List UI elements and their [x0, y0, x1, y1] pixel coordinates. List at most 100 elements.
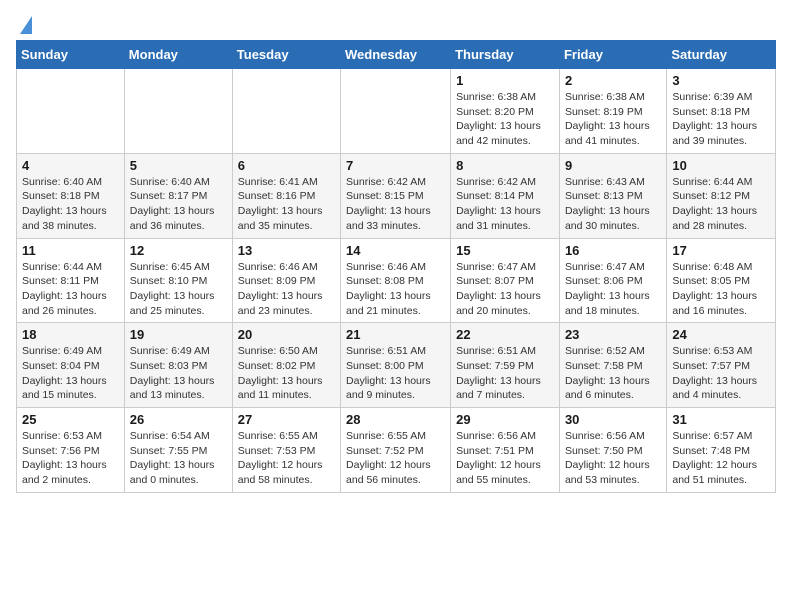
- calendar-cell: 19 Sunrise: 6:49 AM Sunset: 8:03 PM Dayli…: [124, 323, 232, 408]
- day-number: 5: [130, 158, 227, 173]
- calendar-cell: 22 Sunrise: 6:51 AM Sunset: 7:59 PM Dayli…: [451, 323, 560, 408]
- calendar-cell: 26 Sunrise: 6:54 AM Sunset: 7:55 PM Dayli…: [124, 408, 232, 493]
- weekday-header-thursday: Thursday: [451, 41, 560, 69]
- day-info: Sunrise: 6:51 AM Sunset: 7:59 PM Dayligh…: [456, 344, 554, 403]
- day-info: Sunrise: 6:55 AM Sunset: 7:52 PM Dayligh…: [346, 429, 445, 488]
- calendar-header-row: SundayMondayTuesdayWednesdayThursdayFrid…: [17, 41, 776, 69]
- calendar-cell: 23 Sunrise: 6:52 AM Sunset: 7:58 PM Dayli…: [559, 323, 666, 408]
- calendar-cell: 3 Sunrise: 6:39 AM Sunset: 8:18 PM Daylig…: [667, 69, 776, 154]
- day-number: 21: [346, 327, 445, 342]
- day-info: Sunrise: 6:53 AM Sunset: 7:56 PM Dayligh…: [22, 429, 119, 488]
- calendar-cell: 4 Sunrise: 6:40 AM Sunset: 8:18 PM Daylig…: [17, 153, 125, 238]
- weekday-header-saturday: Saturday: [667, 41, 776, 69]
- weekday-header-monday: Monday: [124, 41, 232, 69]
- calendar-week-row: 25 Sunrise: 6:53 AM Sunset: 7:56 PM Dayli…: [17, 408, 776, 493]
- day-number: 14: [346, 243, 445, 258]
- day-number: 7: [346, 158, 445, 173]
- calendar-week-row: 1Sunrise: 6:38 AM Sunset: 8:20 PM Daylig…: [17, 69, 776, 154]
- day-info: Sunrise: 6:38 AM Sunset: 8:20 PM Dayligh…: [456, 90, 554, 149]
- day-info: Sunrise: 6:41 AM Sunset: 8:16 PM Dayligh…: [238, 175, 335, 234]
- day-info: Sunrise: 6:40 AM Sunset: 8:18 PM Dayligh…: [22, 175, 119, 234]
- day-number: 26: [130, 412, 227, 427]
- day-number: 10: [672, 158, 770, 173]
- weekday-header-friday: Friday: [559, 41, 666, 69]
- calendar-cell: 18 Sunrise: 6:49 AM Sunset: 8:04 PM Dayli…: [17, 323, 125, 408]
- day-number: 20: [238, 327, 335, 342]
- day-number: 30: [565, 412, 661, 427]
- calendar-cell: 27 Sunrise: 6:55 AM Sunset: 7:53 PM Dayli…: [232, 408, 340, 493]
- calendar-cell: 7Sunrise: 6:42 AM Sunset: 8:15 PM Daylig…: [341, 153, 451, 238]
- day-info: Sunrise: 6:54 AM Sunset: 7:55 PM Dayligh…: [130, 429, 227, 488]
- calendar-cell: [124, 69, 232, 154]
- calendar-cell: 12Sunrise: 6:45 AM Sunset: 8:10 PM Dayli…: [124, 238, 232, 323]
- day-number: 28: [346, 412, 445, 427]
- day-number: 23: [565, 327, 661, 342]
- day-info: Sunrise: 6:56 AM Sunset: 7:50 PM Dayligh…: [565, 429, 661, 488]
- calendar-cell: 25 Sunrise: 6:53 AM Sunset: 7:56 PM Dayli…: [17, 408, 125, 493]
- day-info: Sunrise: 6:40 AM Sunset: 8:17 PM Dayligh…: [130, 175, 227, 234]
- calendar-week-row: 18 Sunrise: 6:49 AM Sunset: 8:04 PM Dayli…: [17, 323, 776, 408]
- calendar-cell: 24Sunrise: 6:53 AM Sunset: 7:57 PM Dayli…: [667, 323, 776, 408]
- day-number: 27: [238, 412, 335, 427]
- calendar-table: SundayMondayTuesdayWednesdayThursdayFrid…: [16, 40, 776, 493]
- calendar-cell: 31 Sunrise: 6:57 AM Sunset: 7:48 PM Dayli…: [667, 408, 776, 493]
- day-number: 31: [672, 412, 770, 427]
- day-info: Sunrise: 6:56 AM Sunset: 7:51 PM Dayligh…: [456, 429, 554, 488]
- calendar-cell: 8 Sunrise: 6:42 AM Sunset: 8:14 PM Daylig…: [451, 153, 560, 238]
- day-info: Sunrise: 6:46 AM Sunset: 8:09 PM Dayligh…: [238, 260, 335, 319]
- day-number: 11: [22, 243, 119, 258]
- weekday-header-tuesday: Tuesday: [232, 41, 340, 69]
- day-info: Sunrise: 6:46 AM Sunset: 8:08 PM Dayligh…: [346, 260, 445, 319]
- day-number: 3: [672, 73, 770, 88]
- day-number: 19: [130, 327, 227, 342]
- calendar-cell: 10 Sunrise: 6:44 AM Sunset: 8:12 PM Dayli…: [667, 153, 776, 238]
- calendar-cell: 17Sunrise: 6:48 AM Sunset: 8:05 PM Dayli…: [667, 238, 776, 323]
- day-info: Sunrise: 6:44 AM Sunset: 8:11 PM Dayligh…: [22, 260, 119, 319]
- day-number: 15: [456, 243, 554, 258]
- day-info: Sunrise: 6:49 AM Sunset: 8:03 PM Dayligh…: [130, 344, 227, 403]
- day-number: 8: [456, 158, 554, 173]
- day-info: Sunrise: 6:50 AM Sunset: 8:02 PM Dayligh…: [238, 344, 335, 403]
- day-number: 12: [130, 243, 227, 258]
- logo: [16, 16, 32, 34]
- day-number: 22: [456, 327, 554, 342]
- calendar-cell: 9Sunrise: 6:43 AM Sunset: 8:13 PM Daylig…: [559, 153, 666, 238]
- calendar-cell: 5 Sunrise: 6:40 AM Sunset: 8:17 PM Daylig…: [124, 153, 232, 238]
- day-number: 2: [565, 73, 661, 88]
- day-info: Sunrise: 6:47 AM Sunset: 8:07 PM Dayligh…: [456, 260, 554, 319]
- day-info: Sunrise: 6:49 AM Sunset: 8:04 PM Dayligh…: [22, 344, 119, 403]
- calendar-cell: 16 Sunrise: 6:47 AM Sunset: 8:06 PM Dayli…: [559, 238, 666, 323]
- calendar-cell: 14 Sunrise: 6:46 AM Sunset: 8:08 PM Dayli…: [341, 238, 451, 323]
- day-info: Sunrise: 6:57 AM Sunset: 7:48 PM Dayligh…: [672, 429, 770, 488]
- weekday-header-wednesday: Wednesday: [341, 41, 451, 69]
- day-info: Sunrise: 6:44 AM Sunset: 8:12 PM Dayligh…: [672, 175, 770, 234]
- calendar-cell: 6 Sunrise: 6:41 AM Sunset: 8:16 PM Daylig…: [232, 153, 340, 238]
- logo-triangle-icon: [20, 16, 32, 34]
- day-number: 18: [22, 327, 119, 342]
- day-info: Sunrise: 6:42 AM Sunset: 8:14 PM Dayligh…: [456, 175, 554, 234]
- calendar-body: 1Sunrise: 6:38 AM Sunset: 8:20 PM Daylig…: [17, 69, 776, 493]
- calendar-week-row: 11 Sunrise: 6:44 AM Sunset: 8:11 PM Dayli…: [17, 238, 776, 323]
- day-info: Sunrise: 6:43 AM Sunset: 8:13 PM Dayligh…: [565, 175, 661, 234]
- day-info: Sunrise: 6:47 AM Sunset: 8:06 PM Dayligh…: [565, 260, 661, 319]
- day-number: 25: [22, 412, 119, 427]
- calendar-cell: 20 Sunrise: 6:50 AM Sunset: 8:02 PM Dayli…: [232, 323, 340, 408]
- day-info: Sunrise: 6:39 AM Sunset: 8:18 PM Dayligh…: [672, 90, 770, 149]
- calendar-cell: 2Sunrise: 6:38 AM Sunset: 8:19 PM Daylig…: [559, 69, 666, 154]
- calendar-cell: 13 Sunrise: 6:46 AM Sunset: 8:09 PM Dayli…: [232, 238, 340, 323]
- calendar-cell: 30 Sunrise: 6:56 AM Sunset: 7:50 PM Dayli…: [559, 408, 666, 493]
- calendar-cell: 1Sunrise: 6:38 AM Sunset: 8:20 PM Daylig…: [451, 69, 560, 154]
- day-info: Sunrise: 6:52 AM Sunset: 7:58 PM Dayligh…: [565, 344, 661, 403]
- day-number: 4: [22, 158, 119, 173]
- day-number: 29: [456, 412, 554, 427]
- page-header: [16, 16, 776, 34]
- day-number: 16: [565, 243, 661, 258]
- calendar-cell: 28 Sunrise: 6:55 AM Sunset: 7:52 PM Dayli…: [341, 408, 451, 493]
- calendar-cell: [341, 69, 451, 154]
- day-number: 13: [238, 243, 335, 258]
- day-info: Sunrise: 6:48 AM Sunset: 8:05 PM Dayligh…: [672, 260, 770, 319]
- calendar-cell: 15 Sunrise: 6:47 AM Sunset: 8:07 PM Dayli…: [451, 238, 560, 323]
- day-number: 6: [238, 158, 335, 173]
- calendar-cell: 29 Sunrise: 6:56 AM Sunset: 7:51 PM Dayli…: [451, 408, 560, 493]
- day-info: Sunrise: 6:55 AM Sunset: 7:53 PM Dayligh…: [238, 429, 335, 488]
